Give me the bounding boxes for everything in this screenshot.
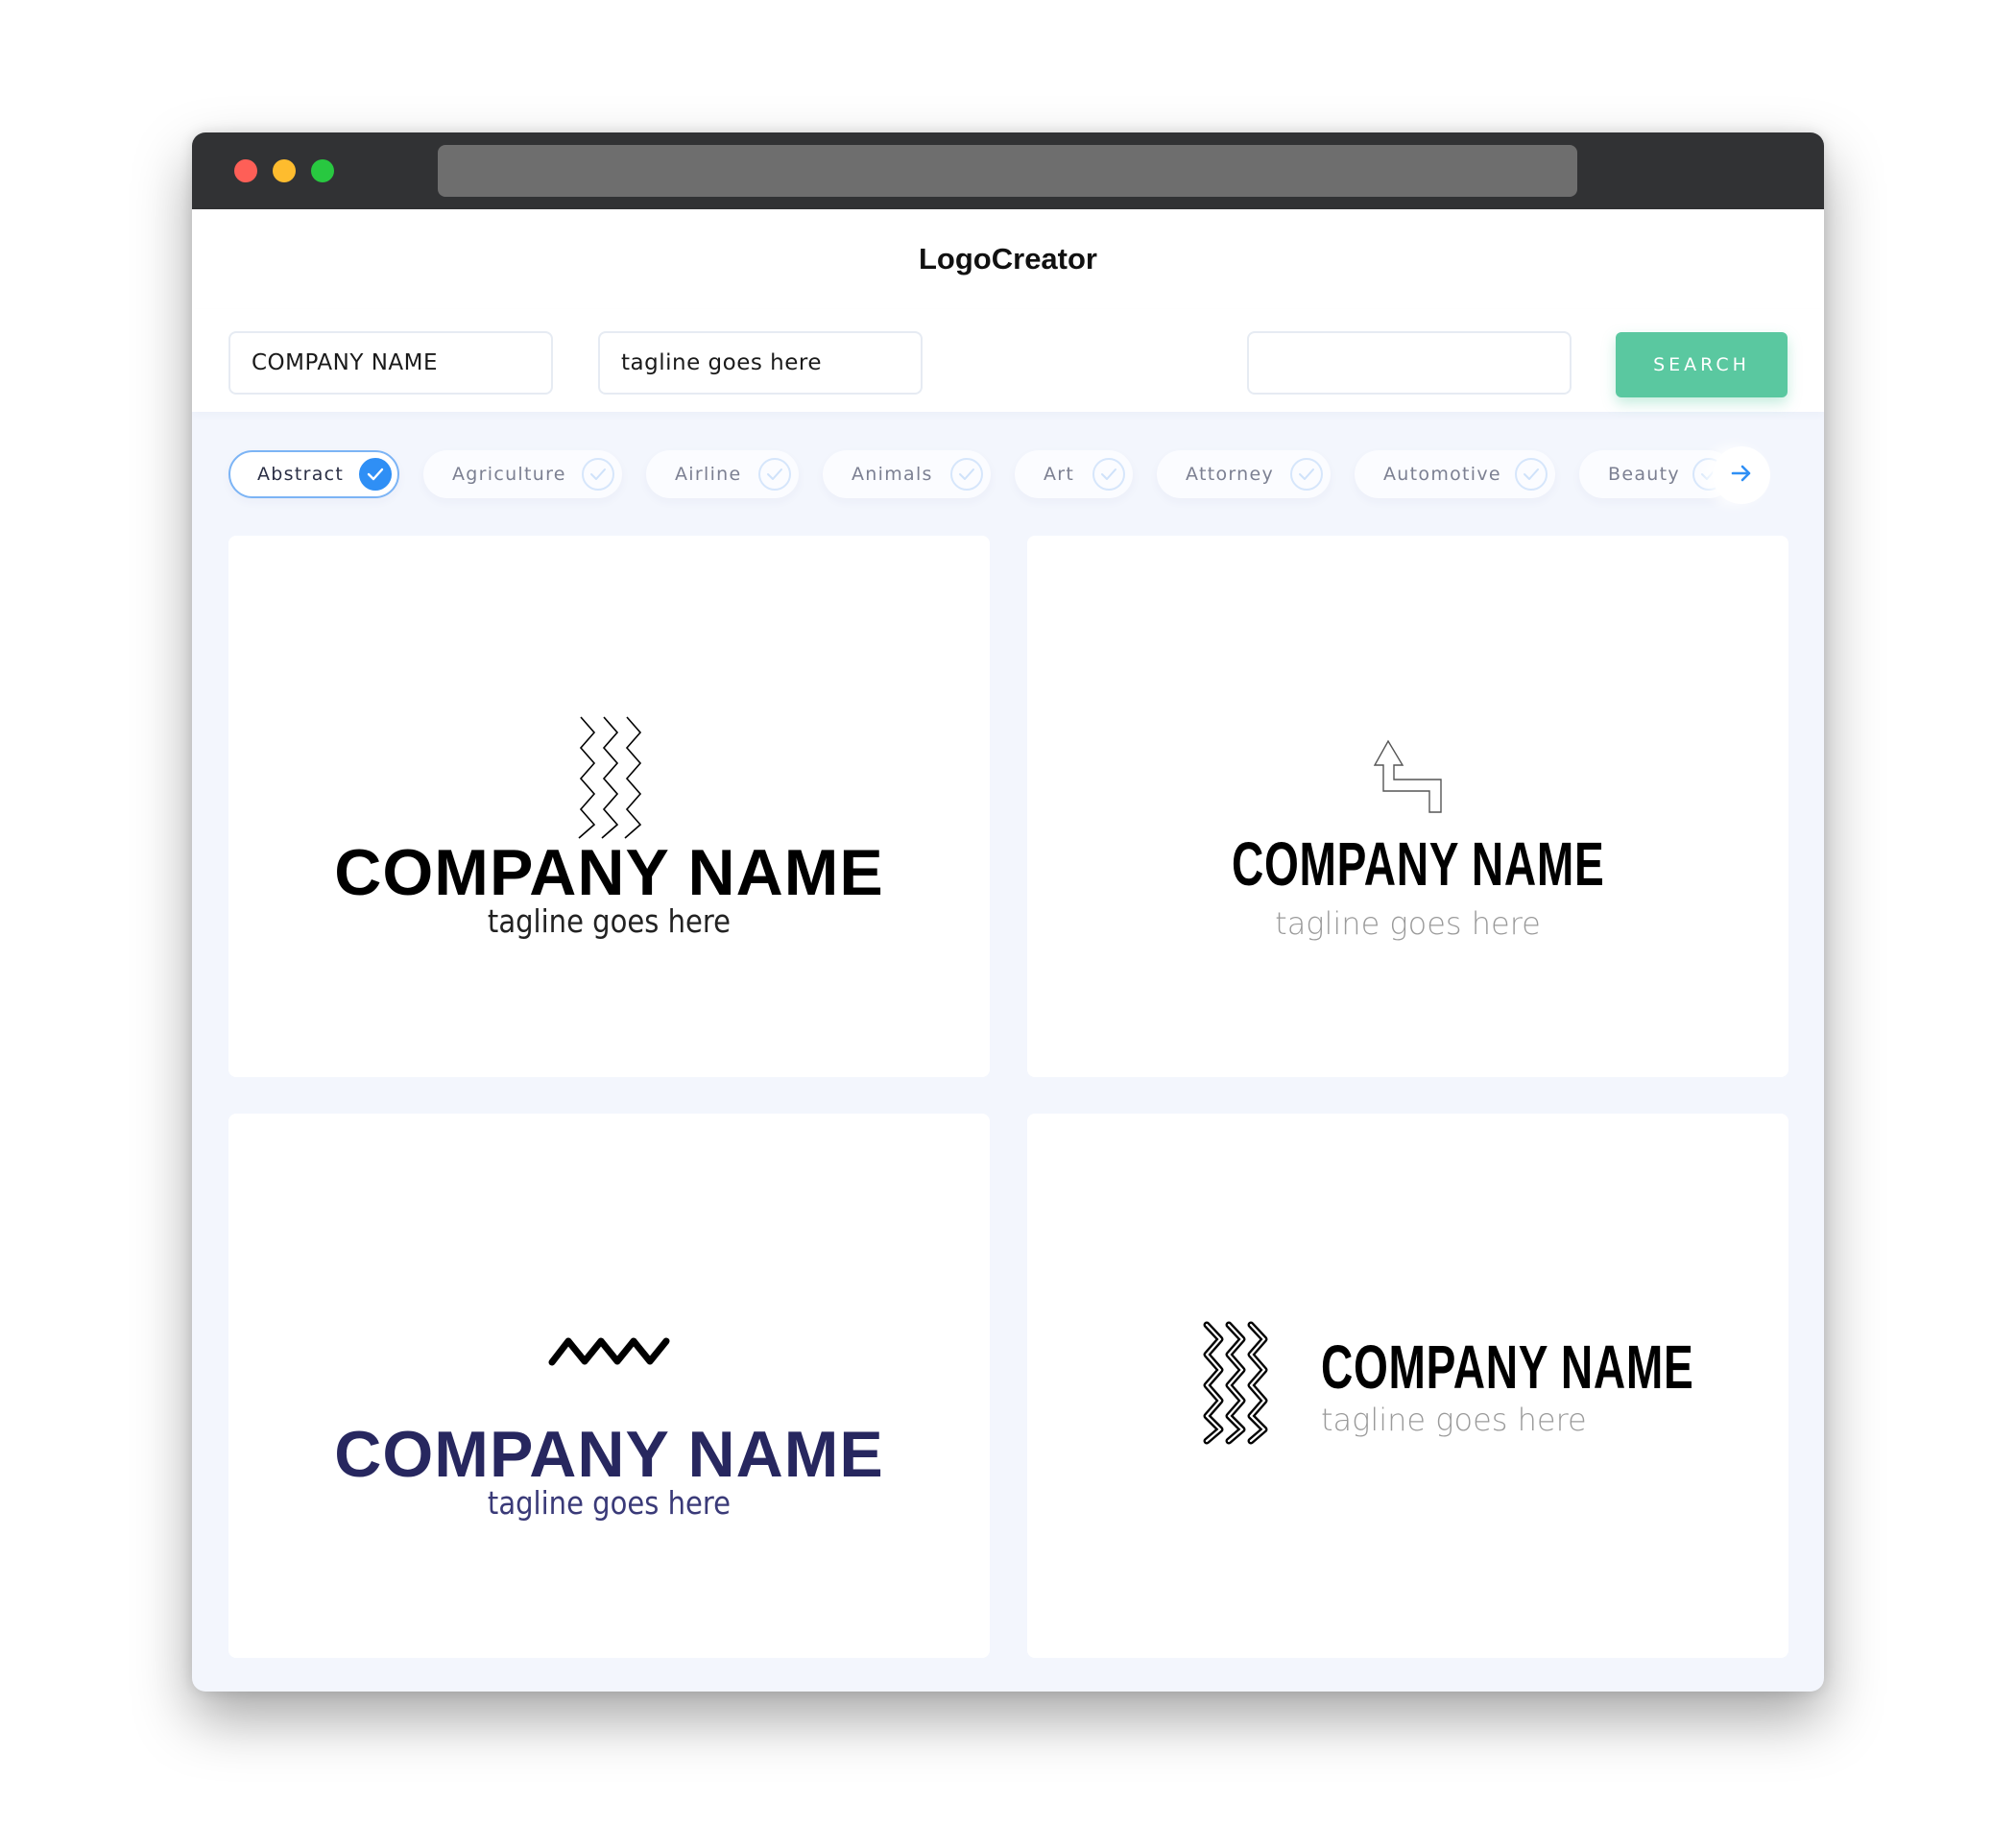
next-categories-button[interactable] bbox=[1713, 446, 1770, 504]
outlined-zigzag-lines-icon bbox=[1201, 1320, 1270, 1449]
category-chip-attorney[interactable]: Attorney bbox=[1157, 450, 1331, 498]
maximize-window-button[interactable] bbox=[311, 159, 334, 182]
logo-card[interactable]: COMPANY NAME tagline goes here bbox=[1027, 1114, 1788, 1658]
category-filter-bar: Abstract Agriculture Airline Animals Art bbox=[192, 412, 1824, 527]
address-bar[interactable] bbox=[438, 145, 1577, 197]
close-window-button[interactable] bbox=[234, 159, 257, 182]
logo-tagline: tagline goes here bbox=[1275, 905, 1541, 942]
category-chip-animals[interactable]: Animals bbox=[823, 450, 991, 498]
category-label: Attorney bbox=[1186, 464, 1275, 485]
logo-company-name: COMPANY NAME bbox=[1232, 829, 1605, 899]
logo-card[interactable]: COMPANY NAME tagline goes here bbox=[228, 536, 990, 1077]
category-chip-beauty[interactable]: Beauty bbox=[1579, 450, 1733, 498]
logo-company-name: COMPANY NAME bbox=[334, 1418, 884, 1491]
logo-card[interactable]: COMPANY NAME tagline goes here bbox=[228, 1114, 990, 1658]
logo-company-name: COMPANY NAME bbox=[334, 836, 884, 909]
check-icon bbox=[758, 458, 791, 491]
triple-zigzag-lines-icon bbox=[577, 715, 644, 844]
company-name-input[interactable]: COMPANY NAME bbox=[228, 331, 553, 395]
check-icon bbox=[1290, 458, 1323, 491]
check-icon bbox=[582, 458, 614, 491]
logo-tagline: tagline goes here bbox=[487, 1484, 732, 1522]
arrow-right-icon bbox=[1731, 465, 1752, 486]
title-bar bbox=[192, 132, 1824, 209]
category-label: Beauty bbox=[1608, 464, 1680, 485]
search-button[interactable]: SEARCH bbox=[1616, 332, 1788, 397]
check-icon bbox=[950, 458, 983, 491]
site-header: LogoCreator bbox=[192, 209, 1824, 309]
logo-tagline: tagline goes here bbox=[1321, 1402, 1587, 1438]
keyword-input[interactable] bbox=[1247, 331, 1572, 395]
minimize-window-button[interactable] bbox=[273, 159, 296, 182]
search-bar: COMPANY NAME tagline goes here SEARCH bbox=[192, 309, 1824, 412]
logo-card[interactable]: COMPANY NAME tagline goes here bbox=[1027, 536, 1788, 1077]
category-chip-automotive[interactable]: Automotive bbox=[1355, 450, 1555, 498]
category-label: Abstract bbox=[257, 464, 345, 485]
tagline-input[interactable]: tagline goes here bbox=[598, 331, 923, 395]
category-label: Art bbox=[1044, 464, 1075, 485]
check-icon bbox=[1515, 458, 1548, 491]
category-label: Automotive bbox=[1383, 464, 1501, 485]
brand-logo[interactable]: LogoCreator bbox=[192, 242, 1824, 276]
check-icon bbox=[359, 458, 392, 491]
category-label: Animals bbox=[852, 464, 933, 485]
category-chip-airline[interactable]: Airline bbox=[646, 450, 799, 498]
category-chip-abstract[interactable]: Abstract bbox=[228, 450, 399, 498]
wave-zigzag-icon bbox=[547, 1334, 672, 1373]
stepped-arrow-up-icon bbox=[1373, 739, 1444, 818]
category-label: Airline bbox=[675, 464, 742, 485]
logo-tagline: tagline goes here bbox=[487, 902, 732, 940]
browser-window: LogoCreator COMPANY NAME tagline goes he… bbox=[192, 132, 1824, 1692]
category-chip-art[interactable]: Art bbox=[1015, 450, 1133, 498]
category-chip-agriculture[interactable]: Agriculture bbox=[423, 450, 622, 498]
logo-company-name: COMPANY NAME bbox=[1321, 1332, 1694, 1402]
check-icon bbox=[1092, 458, 1125, 491]
category-label: Agriculture bbox=[452, 464, 566, 485]
